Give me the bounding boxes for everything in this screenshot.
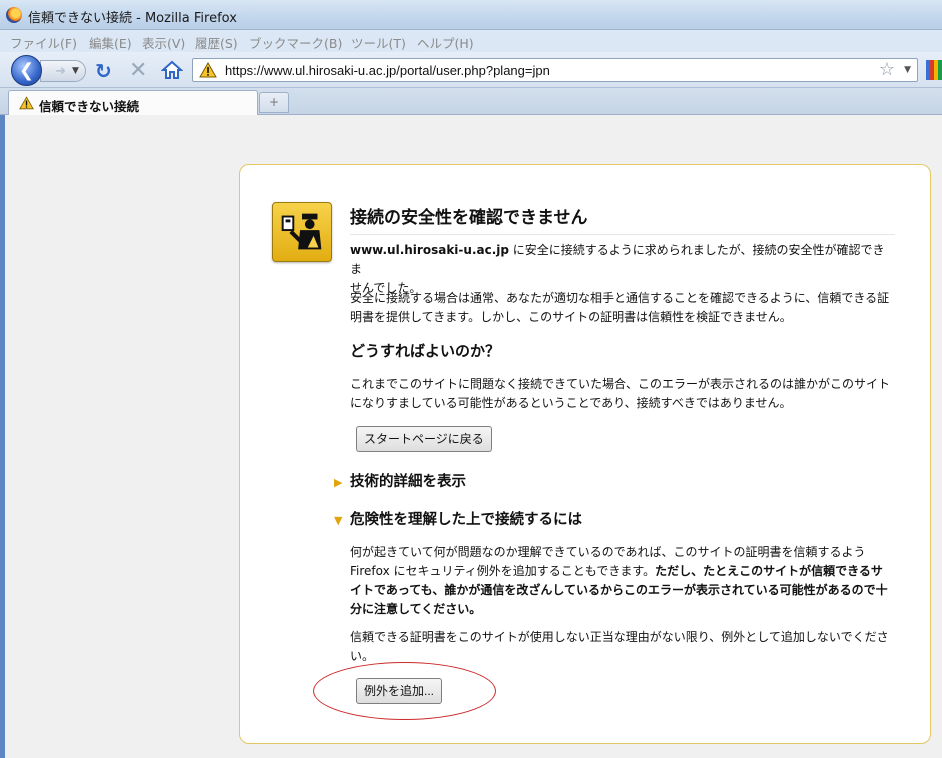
forward-button[interactable]: ➜ ▼ xyxy=(40,60,86,82)
menu-history[interactable]: 履歴(S) xyxy=(195,33,238,52)
history-dropdown-icon[interactable]: ▼ xyxy=(72,66,79,76)
menu-edit[interactable]: 編集(E) xyxy=(89,33,132,52)
forward-arrow-icon: ➜ xyxy=(55,63,66,79)
understand-risks-label: 危険性を理解した上で接続するには xyxy=(350,512,582,528)
reload-icon[interactable]: ↻ xyxy=(95,59,112,83)
explanation-line1: 安全に接続する場合は通常、あなたが適切な相手と通信することを確認できるように、信… xyxy=(350,291,890,305)
error-title: 接続の安全性を確認できません xyxy=(350,203,895,235)
url-dropdown-icon[interactable]: ▼ xyxy=(904,65,911,75)
exception-warning-text: 信頼できる証明書をこのサイトが使用しない正当な理由がない限り、例外として追加しな… xyxy=(350,628,895,666)
intro-host: www.ul.hirosaki-u.ac.jp xyxy=(350,243,509,257)
risk-line1: 何が起きていて何が問題なのか理解できているのであれば、このサイトの証明書を信頼す… xyxy=(350,545,866,559)
risk-text: 何が起きていて何が問題なのか理解できているのであれば、このサイトの証明書を信頼す… xyxy=(350,543,895,619)
bookmark-star-icon[interactable]: ☆ xyxy=(879,59,895,80)
navigation-toolbar: ➜ ▼ ❮ ↻ ✕ https://www.ul.hirosaki-u.ac.j… xyxy=(0,52,942,88)
risk-line4-bold: 分に注意してください。 xyxy=(350,602,482,616)
back-to-start-button[interactable]: スタートページに戻る xyxy=(356,426,492,452)
security-officer-icon xyxy=(272,202,332,262)
what-to-do-line1: これまでこのサイトに問題なく接続できていた場合、このエラーが表示されるのは誰かが… xyxy=(350,377,891,391)
what-to-do-line2: になりすましている可能性があるということであり、接続すべきではありません。 xyxy=(350,396,792,410)
risk-line2: Firefox にセキュリティ例外を追加することもできます。 xyxy=(350,564,656,578)
warning-line1: 信頼できる証明書をこのサイトが使用しない正当な理由がない限り、例外として追加しな… xyxy=(350,630,889,644)
new-tab-button[interactable]: + xyxy=(259,92,289,113)
collapsed-arrow-icon: ▶ xyxy=(334,476,343,489)
menu-bookmarks[interactable]: ブックマーク(B) xyxy=(249,33,342,52)
warning-icon[interactable] xyxy=(199,62,217,78)
risk-line3-bold: イトであっても、誰かが通信を改ざんしているからこのエラーが表示されている可能性が… xyxy=(350,583,888,597)
window-edge xyxy=(0,115,5,758)
menu-bar: ファイル(F) 編集(E) 表示(V) 履歴(S) ブックマーク(B) ツール(… xyxy=(0,30,942,52)
url-bar[interactable]: https://www.ul.hirosaki-u.ac.jp/portal/u… xyxy=(192,58,918,82)
explanation-text: 安全に接続する場合は通常、あなたが適切な相手と通信することを確認できるように、信… xyxy=(350,289,895,327)
firefox-logo-icon xyxy=(6,7,22,23)
content-area: 接続の安全性を確認できません www.ul.hirosaki-u.ac.jp に… xyxy=(0,115,942,758)
explanation-line2: 明書を提供してきます。しかし、このサイトの証明書は信頼性を検証できません。 xyxy=(350,310,792,324)
url-text[interactable]: https://www.ul.hirosaki-u.ac.jp/portal/u… xyxy=(225,63,550,78)
home-icon[interactable] xyxy=(161,60,183,80)
tab-untrusted-connection[interactable]: 信頼できない接続 xyxy=(8,90,258,115)
tab-strip: 信頼できない接続 + xyxy=(0,88,942,115)
understand-risks-toggle[interactable]: ▼ 危険性を理解した上で接続するには xyxy=(334,508,582,529)
window-title: 信頼できない接続 - Mozilla Firefox xyxy=(28,11,237,26)
risk-line2-bold: ただし、たとえこのサイトが信頼できるサ xyxy=(655,564,883,578)
error-page: 接続の安全性を確認できません www.ul.hirosaki-u.ac.jp に… xyxy=(239,164,931,744)
technical-details-label: 技術的詳細を表示 xyxy=(350,474,466,490)
back-button[interactable]: ❮ xyxy=(11,55,42,86)
menu-file[interactable]: ファイル(F) xyxy=(10,33,77,52)
back-arrow-icon: ❮ xyxy=(18,60,35,81)
tab-label: 信頼できない接続 xyxy=(39,99,140,114)
highlight-circle xyxy=(313,662,496,720)
what-to-do-heading: どうすればよいのか？ xyxy=(350,342,501,360)
menu-view[interactable]: 表示(V) xyxy=(142,33,185,52)
stop-icon[interactable]: ✕ xyxy=(129,58,147,83)
technical-details-toggle[interactable]: ▶ 技術的詳細を表示 xyxy=(334,470,466,491)
tab-warning-icon xyxy=(19,96,34,110)
what-to-do-text: これまでこのサイトに問題なく接続できていた場合、このエラーが表示されるのは誰かが… xyxy=(350,375,895,413)
title-bar: 信頼できない接続 - Mozilla Firefox xyxy=(0,0,942,30)
expanded-arrow-icon: ▼ xyxy=(334,514,343,527)
menu-tools[interactable]: ツール(T) xyxy=(351,33,406,52)
menu-help[interactable]: ヘルプ(H) xyxy=(417,33,474,52)
google-search-icon[interactable] xyxy=(926,60,942,80)
